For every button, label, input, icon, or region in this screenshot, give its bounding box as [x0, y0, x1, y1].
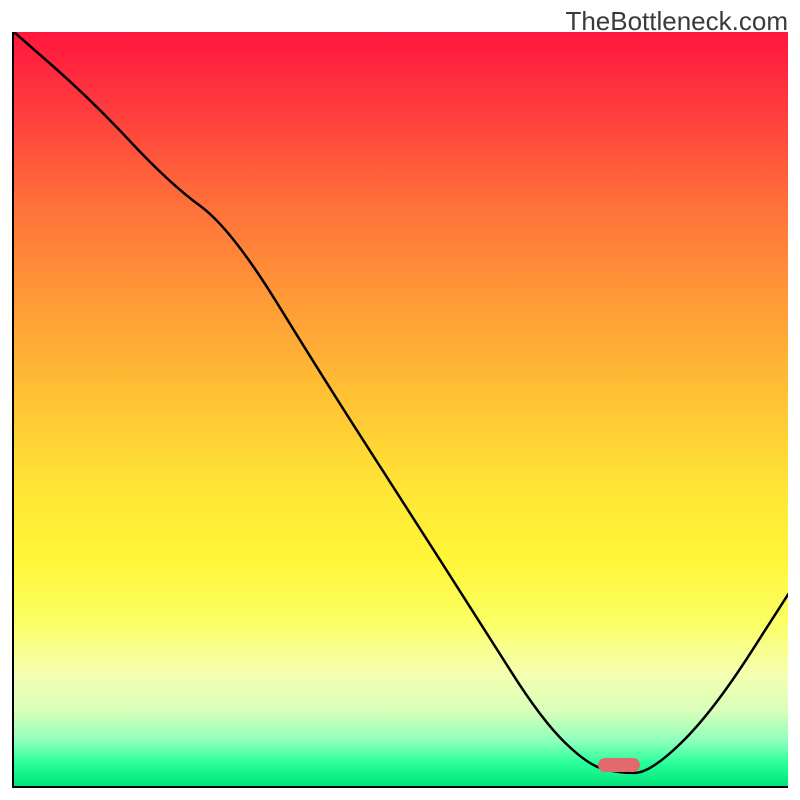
- optimal-marker: [598, 758, 640, 772]
- bottleneck-curve: [14, 32, 788, 788]
- plot-area: [12, 32, 788, 788]
- chart-container: TheBottleneck.com: [0, 0, 800, 800]
